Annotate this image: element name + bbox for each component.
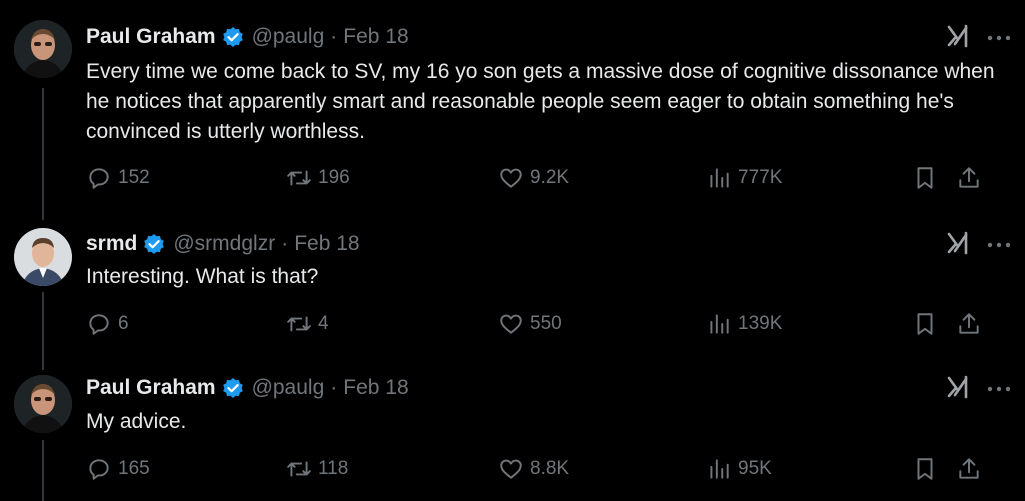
like-count: 9.2K [530,167,570,188]
retweet-icon [287,316,311,332]
handle[interactable]: @paulg [252,376,325,400]
reply-count: 152 [118,167,150,188]
like-count: 8.8K [530,458,570,479]
retweet-count: 4 [318,313,329,334]
timestamp[interactable]: Feb 18 [294,232,359,256]
more-dots-icon[interactable] [985,382,1013,394]
action-bar: 165 118 8.8K 95K [86,454,1006,484]
views-count: 95K [738,458,772,479]
display-name[interactable]: Paul Graham [86,376,216,400]
grok-icon[interactable] [946,231,970,255]
reply-icon [89,459,109,480]
retweet-count: 118 [318,458,349,479]
action-bar: 6 4 550 139K [86,309,1006,339]
tweet-3[interactable]: Paul Graham @paulg · Feb 18 My advice. 1… [0,365,1025,501]
like-button[interactable]: 550 [498,309,562,339]
bookmark-button[interactable] [912,309,938,339]
retweet-count: 196 [318,167,350,188]
avatar[interactable] [14,375,72,433]
bookmark-icon [917,313,933,335]
handle[interactable]: @paulg [252,25,325,49]
timestamp[interactable]: Feb 18 [343,25,408,49]
heart-icon [500,459,522,479]
retweet-icon [287,461,311,477]
share-button[interactable] [956,454,982,484]
timestamp[interactable]: Feb 18 [343,376,408,400]
share-icon [959,458,979,479]
tweet-header: Paul Graham @paulg · Feb 18 [86,375,409,401]
handle[interactable]: @srmdglzr [173,232,275,256]
reply-icon [89,314,109,335]
bookmark-icon [917,458,933,480]
retweet-icon [287,170,311,186]
more-dots-icon[interactable] [985,31,1013,43]
like-button[interactable]: 8.8K [498,454,569,484]
views-bar-icon [710,314,729,334]
verified-badge-icon [143,233,165,255]
grok-icon[interactable] [946,24,970,48]
bookmark-icon [917,167,933,189]
tweet-header: Paul Graham @paulg · Feb 18 [86,24,409,50]
like-button[interactable]: 9.2K [498,163,569,193]
views-count: 777K [738,167,783,188]
retweet-button[interactable]: 118 [286,454,348,484]
verified-badge-icon [222,26,244,48]
tweet-text: Every time we come back to SV, my 16 yo … [86,60,995,143]
bookmark-button[interactable] [912,454,938,484]
reply-button[interactable]: 165 [86,454,150,484]
views-button[interactable]: 777K [706,163,782,193]
tweet-2[interactable]: srmd @srmdglzr · Feb 18 Interesting. Wha… [0,215,1025,365]
action-bar: 152 196 9.2K 777K [86,163,1006,193]
views-bar-icon [710,459,729,479]
separator: · [330,376,338,399]
grok-icon[interactable] [946,375,970,399]
views-button[interactable]: 139K [706,309,782,339]
verified-badge-icon [222,377,244,399]
avatar[interactable] [14,20,72,78]
reply-button[interactable]: 152 [86,163,150,193]
display-name[interactable]: srmd [86,232,137,256]
tweet-1[interactable]: Paul Graham @paulg · Feb 18 Every time w… [0,0,1025,215]
reply-count: 165 [118,458,150,479]
display-name[interactable]: Paul Graham [86,25,216,49]
share-button[interactable] [956,163,982,193]
separator: · [330,25,338,48]
tweet-text: Interesting. What is that? [86,265,319,288]
reply-icon [89,168,109,189]
more-dots-icon[interactable] [985,238,1013,250]
reply-count: 6 [118,313,129,334]
tweet-text: My advice. [86,410,187,433]
retweet-button[interactable]: 4 [286,309,329,339]
separator: · [281,232,289,255]
heart-icon [500,314,522,334]
retweet-button[interactable]: 196 [286,163,350,193]
avatar[interactable] [14,228,72,286]
views-count: 139K [738,313,783,334]
heart-icon [500,168,522,188]
share-button[interactable] [956,309,982,339]
like-count: 550 [530,313,562,334]
views-button[interactable]: 95K [706,454,772,484]
share-icon [959,167,979,188]
share-icon [959,313,979,334]
views-bar-icon [710,168,729,188]
bookmark-button[interactable] [912,163,938,193]
reply-button[interactable]: 6 [86,309,129,339]
tweet-header: srmd @srmdglzr · Feb 18 [86,231,360,257]
